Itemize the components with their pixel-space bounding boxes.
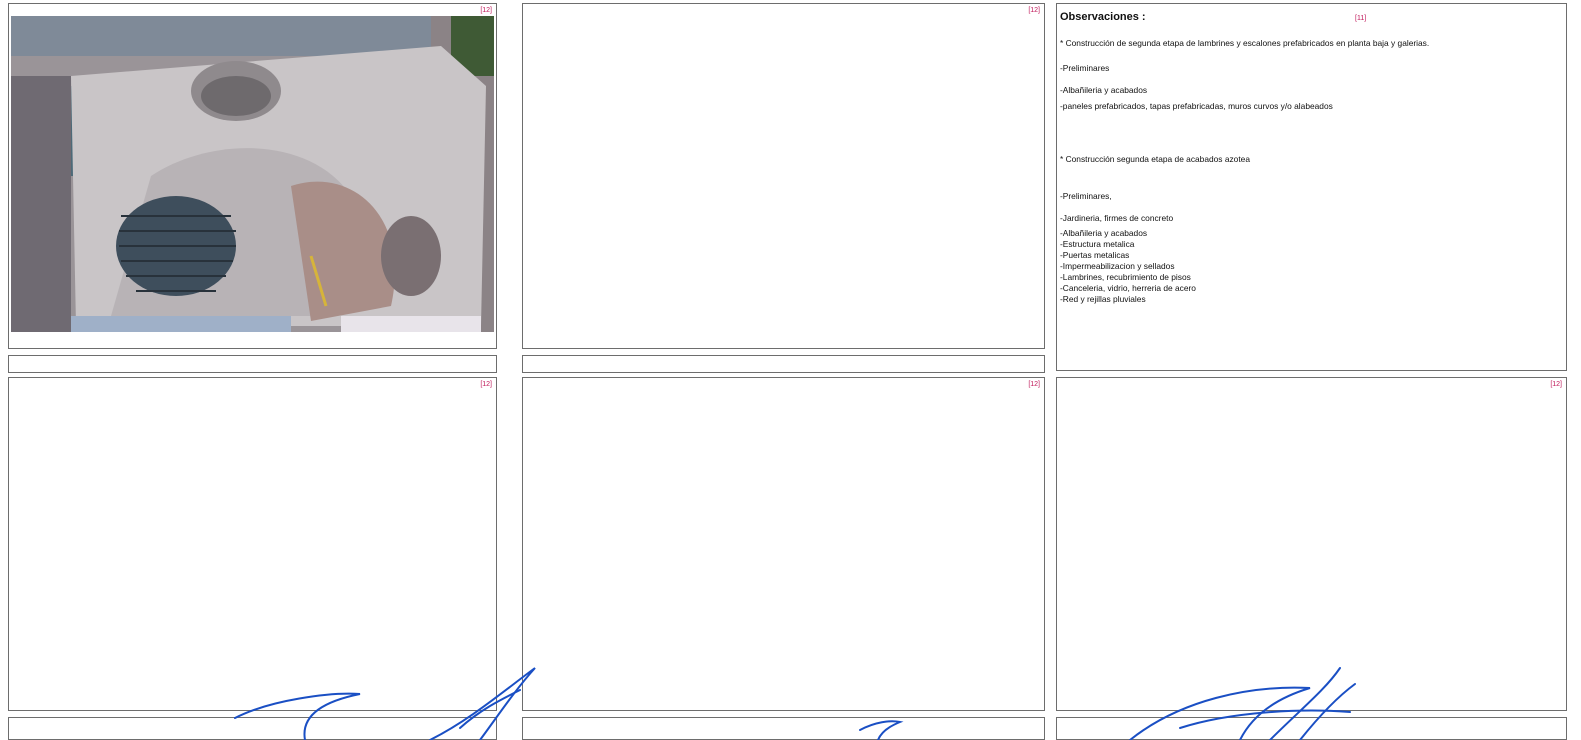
obs-line: -Impermeabilizacion y sellados	[1060, 261, 1175, 271]
observations-panel: Observaciones : [11] * Construcción de s…	[1056, 3, 1567, 371]
panel-tag: [12]	[1028, 7, 1040, 14]
obs-line: -Puertas metalicas	[1060, 250, 1130, 260]
empty-panel-6: [12]	[1056, 377, 1567, 711]
empty-panel-4: [12]	[8, 377, 497, 711]
photo-panel-1: [12]	[8, 3, 497, 349]
aerial-construction-photo	[11, 16, 494, 332]
obs-line: -Canceleria, vidrio, herreria de acero	[1060, 283, 1196, 293]
observations-tag: [11]	[1355, 15, 1367, 22]
observations-title: Observaciones :	[1060, 11, 1146, 23]
panel-tag: [12]	[480, 7, 492, 14]
panel-tag: [12]	[480, 381, 492, 388]
obs-line: -Albañileria y acabados	[1060, 228, 1148, 238]
empty-panel-2: [12]	[522, 3, 1045, 349]
caption-strip-2	[522, 355, 1045, 373]
obs-line: -Estructura metalica	[1060, 239, 1135, 249]
caption-strip-5	[522, 717, 1045, 740]
obs-line: -Jardineria, firmes de concreto	[1060, 213, 1174, 223]
obs-line: -Lambrines, recubrimiento de pisos	[1060, 272, 1191, 282]
obs-line: -Albañileria y acabados	[1060, 85, 1148, 95]
obs-line: -Red y rejillas pluviales	[1060, 294, 1146, 304]
caption-strip-4	[8, 717, 497, 740]
obs-line: * Construcción de segunda etapa de lambr…	[1060, 38, 1430, 48]
panel-tag: [12]	[1028, 381, 1040, 388]
obs-line: -Preliminares	[1060, 63, 1110, 73]
obs-line: * Construcción segunda etapa de acabados…	[1060, 154, 1250, 164]
caption-strip-6	[1056, 717, 1567, 740]
obs-line: -Preliminares,	[1060, 191, 1112, 201]
obs-line: -paneles prefabricados, tapas prefabrica…	[1060, 101, 1333, 111]
empty-panel-5: [12]	[522, 377, 1045, 711]
caption-strip-1	[8, 355, 497, 373]
panel-tag: [12]	[1550, 381, 1562, 388]
